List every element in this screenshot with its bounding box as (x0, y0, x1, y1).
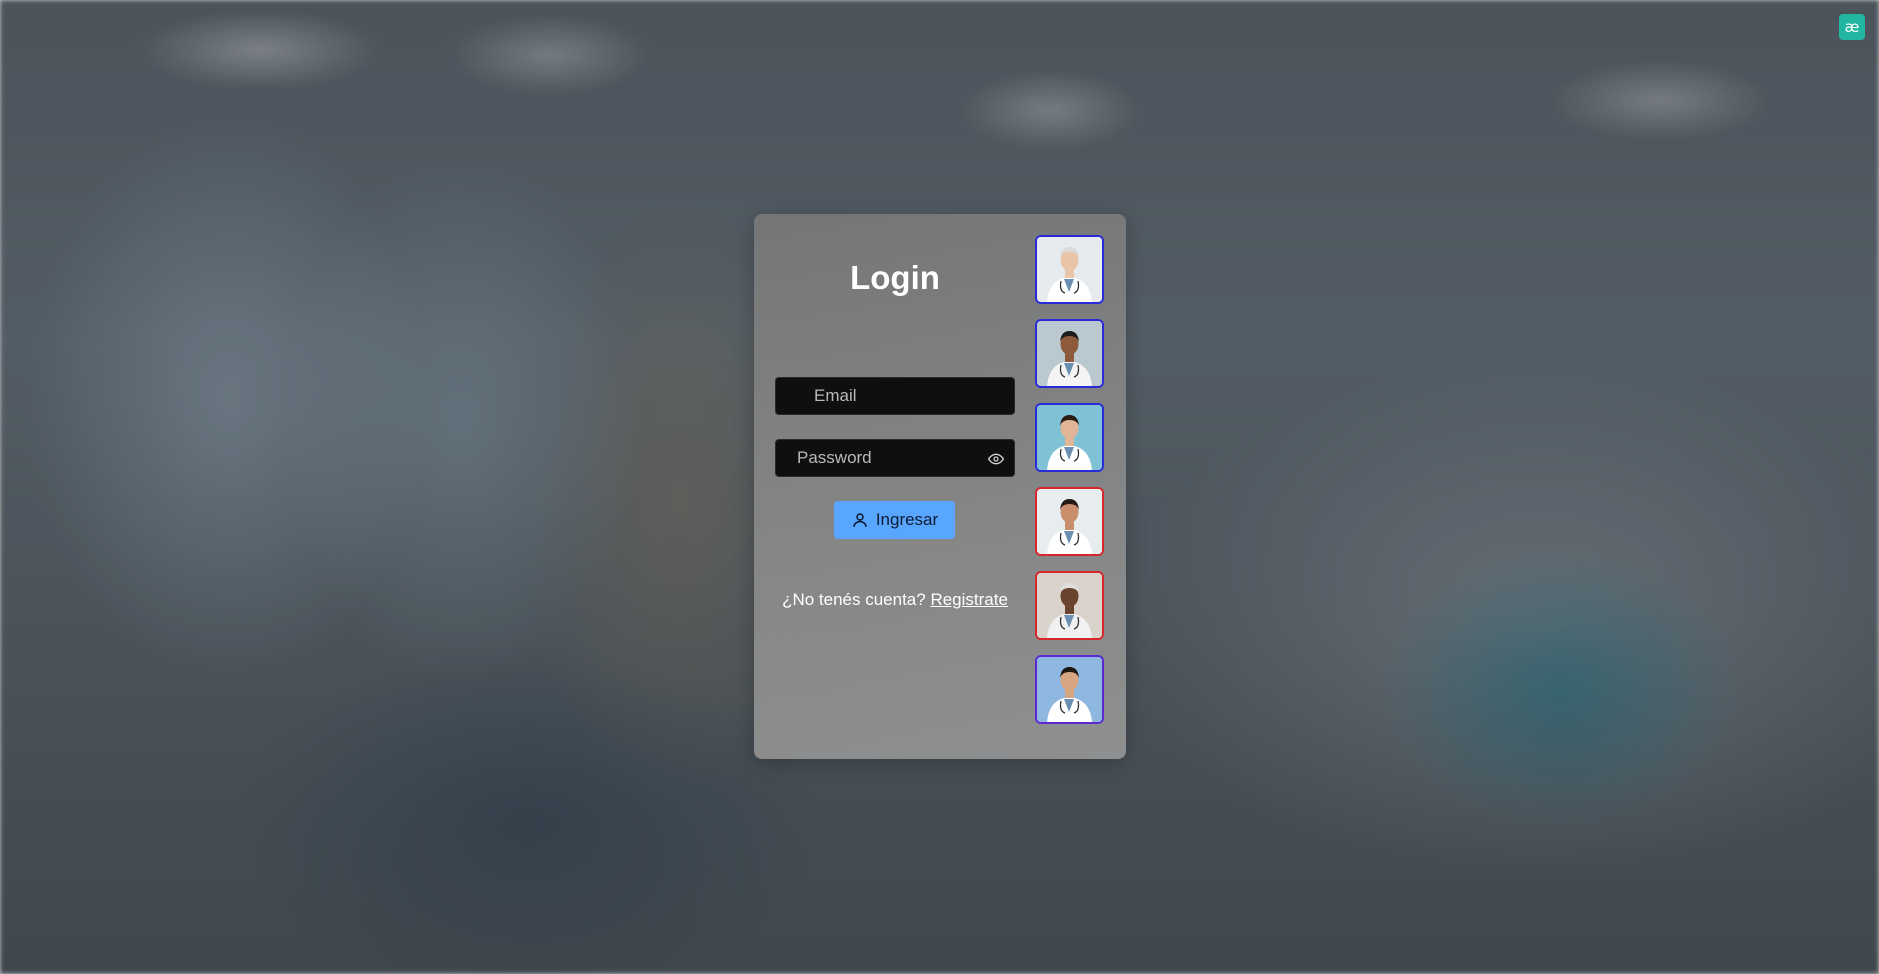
password-input[interactable] (776, 440, 1014, 476)
register-prompt: ¿No tenés cuenta? Registrate (754, 590, 1036, 610)
email-field-wrapper (775, 377, 1015, 415)
login-card: Login Ingresar ¿No tenés cuenta? Registr… (754, 214, 1126, 759)
doctor-avatar-6[interactable] (1035, 655, 1104, 724)
extension-logo-icon[interactable]: æ (1839, 14, 1865, 40)
doctor-avatar-2[interactable] (1035, 319, 1104, 388)
doctor-portrait-image (1037, 573, 1102, 638)
doctor-avatar-1[interactable] (1035, 235, 1104, 304)
doctor-portrait-image (1037, 237, 1102, 302)
doctor-avatar-4[interactable] (1035, 487, 1104, 556)
ingresar-button[interactable]: Ingresar (834, 501, 955, 539)
doctor-portrait-image (1037, 657, 1102, 722)
register-prompt-text: ¿No tenés cuenta? (782, 590, 926, 609)
doctor-avatar-3[interactable] (1035, 403, 1104, 472)
password-field-wrapper (775, 439, 1015, 477)
register-link[interactable]: Registrate (930, 590, 1007, 609)
doctor-portrait-image (1037, 321, 1102, 386)
page-title: Login (850, 259, 940, 296)
ingresar-label: Ingresar (875, 510, 939, 529)
doctor-portrait-image (1037, 489, 1102, 554)
doctor-avatar-list (1035, 235, 1104, 739)
doctor-portrait-image (1037, 405, 1102, 470)
doctor-avatar-5[interactable] (1035, 571, 1104, 640)
eye-icon[interactable] (987, 451, 1005, 467)
email-input[interactable] (776, 378, 1014, 414)
user-icon (853, 513, 867, 527)
